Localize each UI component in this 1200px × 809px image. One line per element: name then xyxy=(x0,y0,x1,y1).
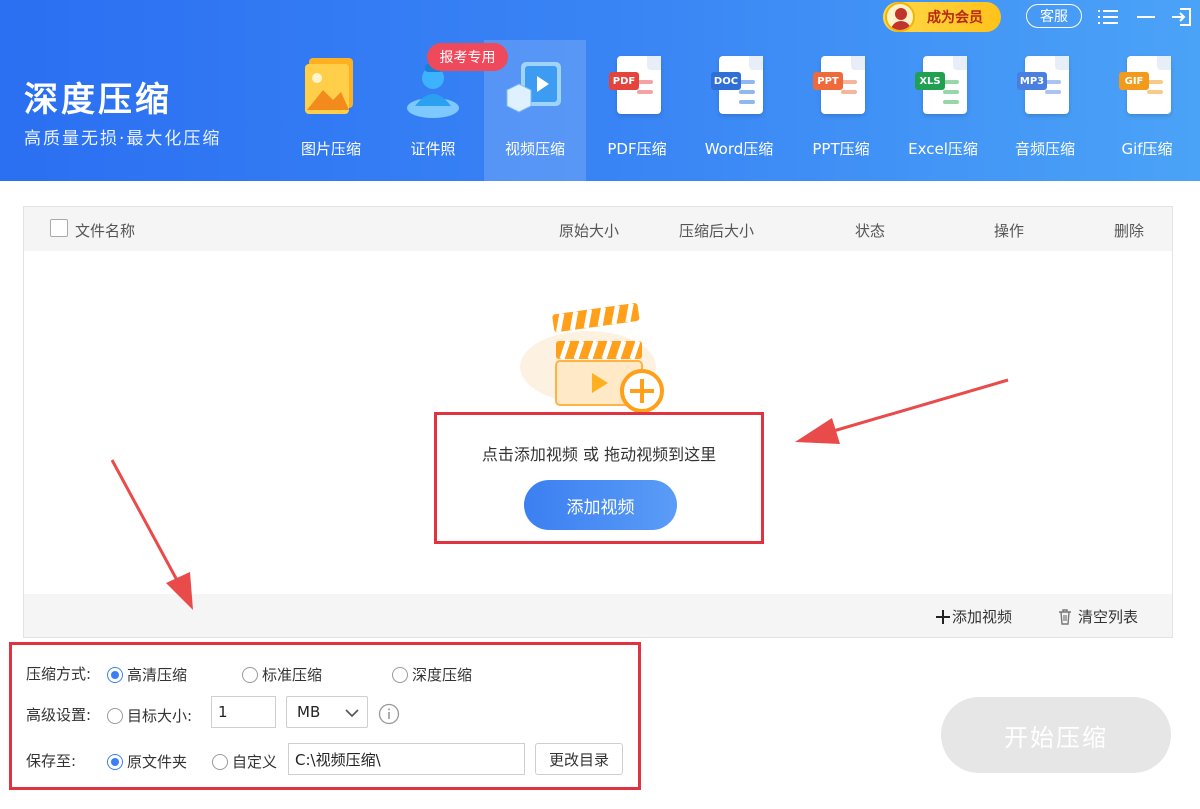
col-compressed-size: 压缩后大小 xyxy=(679,222,755,240)
tab-label: PPT压缩 xyxy=(812,140,870,158)
unit-select[interactable]: MB xyxy=(286,696,368,728)
select-all-checkbox[interactable] xyxy=(50,219,68,237)
radio-unselected xyxy=(242,666,258,683)
table-header: 文件名称 原始大小 压缩后大小 状态 操作 删除 xyxy=(24,207,1172,251)
start-compress-button[interactable]: 开始压缩 xyxy=(941,697,1171,773)
radio-unselected xyxy=(107,707,123,724)
plus-icon xyxy=(936,609,950,624)
tab-label: Word压缩 xyxy=(704,140,774,158)
video-icon xyxy=(503,52,567,122)
radio-unselected xyxy=(212,753,228,770)
add-video-link[interactable]: 添加视频 xyxy=(934,606,1012,627)
tab-label: Excel压缩 xyxy=(908,140,978,158)
save-original-radio[interactable]: 原文件夹 xyxy=(107,751,187,772)
tab-pdf-compress[interactable]: PDF PDF压缩 xyxy=(586,40,688,181)
tab-ppt-compress[interactable]: PPT PPT压缩 xyxy=(790,40,892,181)
avatar-icon xyxy=(885,2,915,32)
menu-icon[interactable] xyxy=(1096,6,1120,28)
mode-standard-label: 标准压缩 xyxy=(262,666,323,684)
app-title: 深度压缩 xyxy=(24,80,172,120)
header: 深度压缩 高质量无损·最大化压缩 成为会员 客服 报考专用 图片压缩 证件照 视… xyxy=(0,0,1200,181)
info-icon[interactable] xyxy=(378,703,400,725)
radio-selected xyxy=(107,666,123,683)
col-delete: 删除 xyxy=(1114,222,1145,240)
col-status: 状态 xyxy=(855,222,886,240)
tab-label: Gif压缩 xyxy=(1121,140,1173,158)
tab-label: 视频压缩 xyxy=(504,140,565,158)
mode-deep-label: 深度压缩 xyxy=(412,666,473,684)
tab-label: PDF压缩 xyxy=(607,140,667,158)
minimize-icon[interactable] xyxy=(1134,6,1158,28)
mode-label: 压缩方式: xyxy=(26,665,92,683)
radio-selected xyxy=(107,753,123,770)
col-file-name: 文件名称 xyxy=(75,222,136,240)
col-action: 操作 xyxy=(994,222,1025,240)
save-to-label: 保存至: xyxy=(26,752,77,770)
chevron-down-icon xyxy=(345,709,359,718)
file-list-panel: 文件名称 原始大小 压缩后大小 状态 操作 删除 点击添加视频 或 拖动视频到这… xyxy=(23,206,1173,638)
clear-list-label: 清空列表 xyxy=(1078,608,1139,626)
tab-label: 证件照 xyxy=(410,140,456,158)
exit-icon[interactable] xyxy=(1170,6,1194,28)
radio-unselected xyxy=(392,666,408,683)
drop-zone[interactable]: 点击添加视频 或 拖动视频到这里 添加视频 xyxy=(434,412,764,544)
mode-hd-label: 高清压缩 xyxy=(127,666,188,684)
tool-tabs: 图片压缩 证件照 视频压缩 PDF PDF压缩 DOC Word压缩 PPT P… xyxy=(280,40,1198,181)
image-icon xyxy=(299,52,363,122)
tab-word-compress[interactable]: DOC Word压缩 xyxy=(688,40,790,181)
ppt-icon: PPT xyxy=(809,52,873,122)
tab-image-compress[interactable]: 图片压缩 xyxy=(280,40,382,181)
advanced-label: 高级设置: xyxy=(26,706,92,724)
mode-standard-radio[interactable]: 标准压缩 xyxy=(242,664,322,685)
col-original-size: 原始大小 xyxy=(559,222,620,240)
tab-gif-compress[interactable]: GIF Gif压缩 xyxy=(1096,40,1198,181)
mode-deep-radio[interactable]: 深度压缩 xyxy=(392,664,472,685)
tab-label: 图片压缩 xyxy=(300,140,361,158)
target-size-radio[interactable]: 目标大小: xyxy=(107,705,192,726)
video-add-illustration[interactable] xyxy=(518,295,678,417)
panel-footer: 添加视频 清空列表 xyxy=(24,594,1172,637)
drop-hint: 点击添加视频 或 拖动视频到这里 xyxy=(481,445,717,464)
add-video-button[interactable]: 添加视频 xyxy=(524,480,677,530)
word-icon: DOC xyxy=(707,52,771,122)
tab-label: 音频压缩 xyxy=(1014,140,1075,158)
pdf-icon: PDF xyxy=(605,52,669,122)
tab-excel-compress[interactable]: XLS Excel压缩 xyxy=(892,40,994,181)
change-directory-button[interactable]: 更改目录 xyxy=(535,743,623,775)
become-vip-button[interactable]: 成为会员 xyxy=(883,2,1001,32)
tab-audio-compress[interactable]: MP3 音频压缩 xyxy=(994,40,1096,181)
save-path-input[interactable]: C:\视频压缩\ xyxy=(288,743,525,775)
customer-service-button[interactable]: 客服 xyxy=(1026,4,1082,28)
mode-hd-radio[interactable]: 高清压缩 xyxy=(107,664,187,685)
app-window: 深度压缩 高质量无损·最大化压缩 成为会员 客服 报考专用 图片压缩 证件照 视… xyxy=(0,0,1200,809)
promo-badge: 报考专用 xyxy=(427,43,508,71)
unit-value: MB xyxy=(297,703,321,721)
gif-icon: GIF xyxy=(1115,52,1179,122)
save-custom-radio[interactable]: 自定义 xyxy=(212,751,277,772)
trash-icon xyxy=(1059,608,1071,625)
target-size-input[interactable]: 1 xyxy=(211,696,276,728)
save-custom-label: 自定义 xyxy=(232,753,278,771)
vip-label: 成为会员 xyxy=(927,10,983,26)
clear-list-link[interactable]: 清空列表 xyxy=(1056,606,1138,627)
compression-settings: 压缩方式: 高清压缩 标准压缩 深度压缩 高级设置: 目标大小: 1 MB 保存… xyxy=(9,642,641,790)
add-video-link-label: 添加视频 xyxy=(952,608,1013,626)
save-original-label: 原文件夹 xyxy=(127,753,188,771)
app-subtitle: 高质量无损·最大化压缩 xyxy=(24,129,222,149)
audio-icon: MP3 xyxy=(1013,52,1077,122)
excel-icon: XLS xyxy=(911,52,975,122)
target-size-label: 目标大小: xyxy=(127,707,193,725)
